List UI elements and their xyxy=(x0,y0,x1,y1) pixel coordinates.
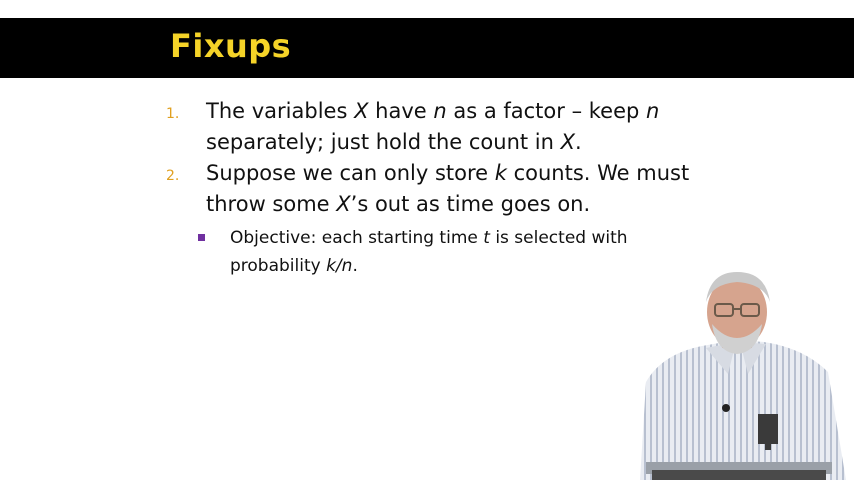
math-var: k/n xyxy=(326,256,353,276)
math-var: n xyxy=(646,99,660,123)
square-bullet-icon xyxy=(198,234,205,241)
math-var: X xyxy=(560,130,575,154)
math-var: X xyxy=(354,99,369,123)
math-var: n xyxy=(433,99,447,123)
list-item: 1. The variables X have n as a factor – … xyxy=(166,96,726,158)
item-text: . xyxy=(575,130,582,154)
list-number: 2. xyxy=(166,168,180,184)
presenter-video xyxy=(640,272,846,480)
bullet-list: 1. The variables X have n as a factor – … xyxy=(166,96,726,280)
slide-title: Fixups xyxy=(170,27,292,65)
item-text: Objective: each starting time xyxy=(230,228,484,248)
item-text: The variables xyxy=(206,99,355,123)
math-var: t xyxy=(483,228,490,248)
list-item: 2. Suppose we can only store k counts. W… xyxy=(166,158,726,220)
math-var: k xyxy=(494,161,507,185)
math-var: X xyxy=(336,192,351,216)
list-number: 1. xyxy=(166,106,180,122)
item-text: . xyxy=(352,256,358,276)
sub-list-item: Objective: each starting time t is selec… xyxy=(198,224,670,280)
item-text: have xyxy=(368,99,434,123)
item-text: Suppose we can only store xyxy=(206,161,495,185)
item-text: ’s out as time goes on. xyxy=(350,192,591,216)
top-margin xyxy=(0,0,854,18)
item-text: separately; just hold the count in xyxy=(206,130,561,154)
title-bar: Fixups xyxy=(0,18,854,78)
item-text: as a factor – keep xyxy=(446,99,647,123)
